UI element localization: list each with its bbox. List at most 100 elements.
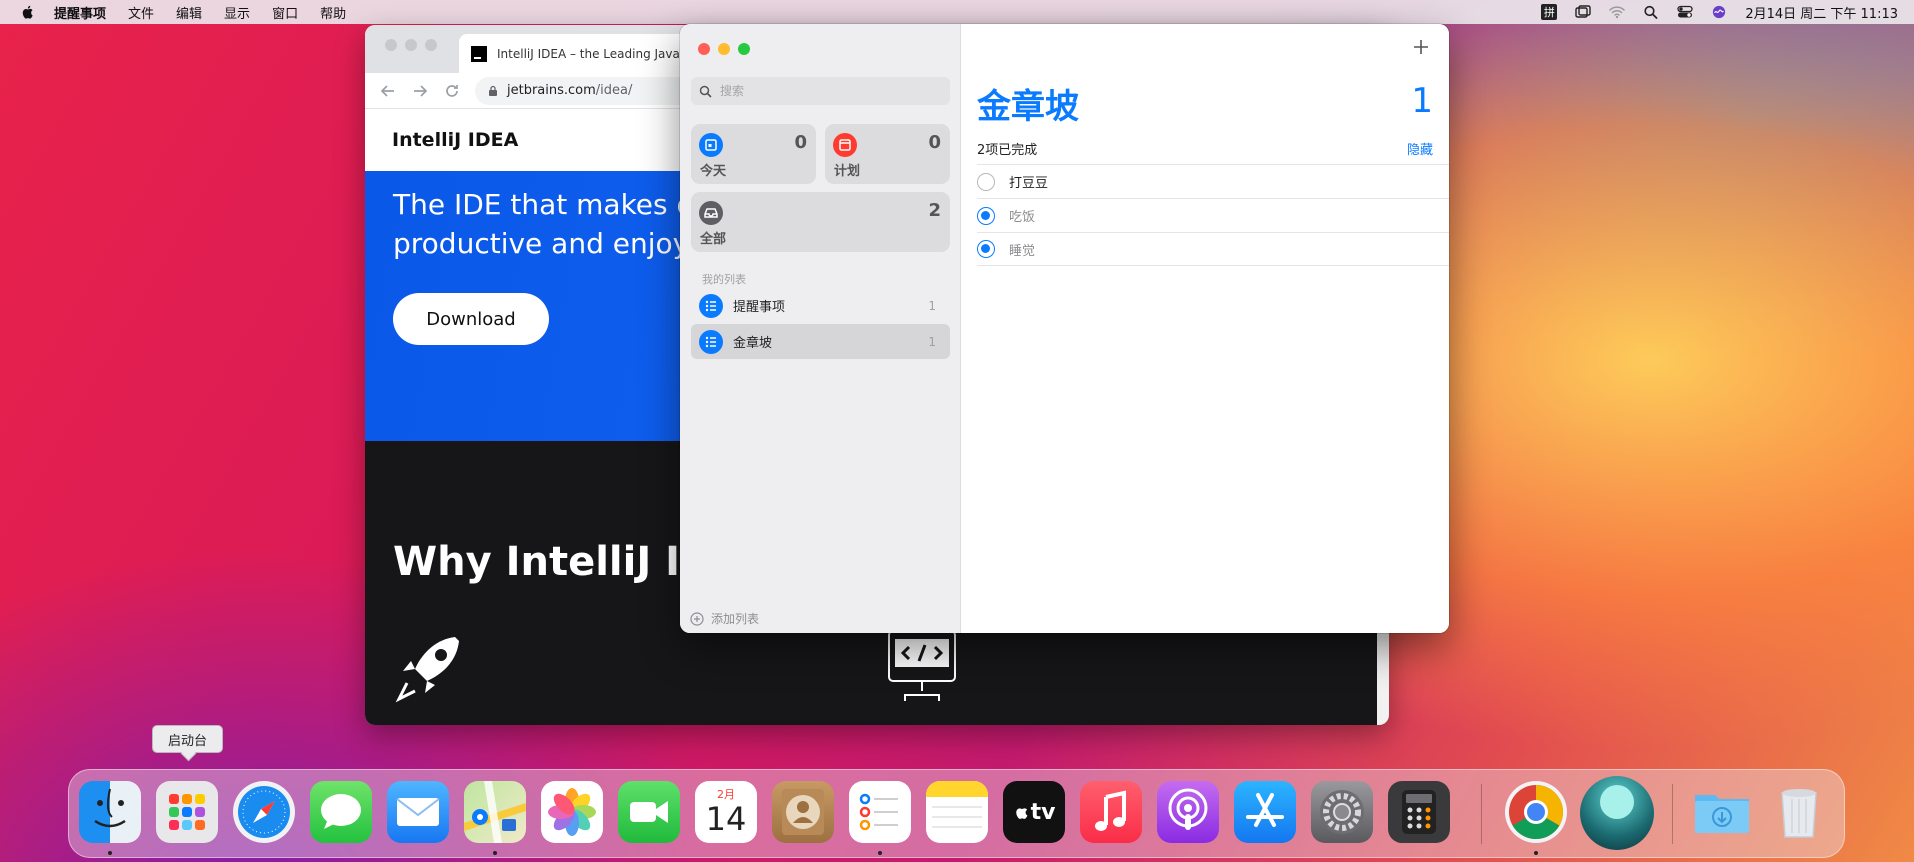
add-list-label: 添加列表 — [711, 612, 760, 626]
running-indicator — [493, 851, 497, 855]
reminder-item[interactable]: 睡觉 — [977, 232, 1449, 266]
running-indicator — [878, 851, 882, 855]
browser-tab[interactable]: IntelliJ IDEA – the Leading Java — [459, 34, 699, 73]
menu-edit[interactable]: 编辑 — [176, 3, 202, 22]
chrome-icon[interactable] — [1505, 781, 1567, 843]
facetime-icon[interactable] — [618, 781, 680, 843]
completed-count-text: 2项已完成 — [977, 143, 1038, 158]
window-icon[interactable] — [1575, 5, 1592, 19]
browser-close-button[interactable] — [385, 39, 397, 51]
music-icon[interactable] — [1080, 781, 1142, 843]
menu-window[interactable]: 窗口 — [272, 3, 298, 22]
url-host: jetbrains.com — [507, 83, 596, 98]
add-list-button[interactable]: 添加列表 — [690, 610, 759, 627]
running-indicator — [1534, 851, 1538, 855]
app-icon[interactable] — [1580, 776, 1654, 850]
wifi-icon[interactable] — [1609, 5, 1626, 19]
list-bullet-icon — [699, 293, 723, 318]
messages-icon[interactable] — [310, 781, 372, 843]
add-reminder-plus-icon[interactable] — [1411, 37, 1431, 57]
close-button[interactable] — [698, 43, 710, 55]
smart-list-all[interactable]: 2 全部 — [691, 192, 950, 252]
reminders-detail: 金章坡 1 2项已完成 隐藏 打豆豆 吃饭 睡觉 — [961, 24, 1449, 633]
search-icon — [699, 85, 712, 98]
hide-completed-button[interactable]: 隐藏 — [1407, 139, 1433, 158]
completion-checkbox[interactable] — [977, 240, 995, 258]
downloads-folder-icon[interactable] — [1691, 781, 1753, 843]
smart-list-today[interactable]: 0 今天 — [691, 124, 816, 184]
completed-summary: 2项已完成 隐藏 — [977, 139, 1433, 158]
calendar-today-icon — [699, 133, 723, 157]
site-logo-text[interactable]: IntelliJ IDEA — [392, 129, 518, 151]
search-input[interactable] — [720, 84, 940, 98]
safari-icon[interactable] — [233, 781, 295, 843]
browser-zoom-button[interactable] — [425, 39, 437, 51]
contacts-icon[interactable] — [772, 781, 834, 843]
zoom-button[interactable] — [738, 43, 750, 55]
list-count: 1 — [928, 298, 936, 313]
app-store-icon[interactable] — [1234, 781, 1296, 843]
dock: 2月 14 tv — [68, 769, 1845, 858]
menu-extras: 拼 2月14日 周二 下午 11:13 — [1541, 0, 1898, 24]
photos-icon[interactable] — [541, 781, 603, 843]
scheduled-label: 计划 — [834, 164, 861, 179]
finder-icon[interactable] — [79, 781, 141, 843]
plus-circle-icon — [690, 611, 704, 626]
reminder-title[interactable]: 吃饭 — [1009, 206, 1035, 225]
trash-icon[interactable] — [1768, 781, 1830, 843]
sidebar-list-reminders[interactable]: 提醒事项 1 — [691, 288, 950, 323]
reload-icon[interactable] — [443, 82, 461, 100]
menu-view[interactable]: 显示 — [224, 3, 250, 22]
completion-checkbox[interactable] — [977, 206, 995, 225]
system-preferences-icon[interactable] — [1311, 781, 1373, 843]
browser-minimize-button[interactable] — [405, 39, 417, 51]
url-path: /idea/ — [595, 83, 633, 98]
spotlight-search-icon[interactable] — [1643, 5, 1659, 19]
calendar-icon[interactable]: 2月 14 — [695, 781, 757, 843]
calculator-icon[interactable] — [1388, 781, 1450, 843]
minimize-button[interactable] — [718, 43, 730, 55]
browser-traffic-lights — [385, 39, 437, 51]
back-arrow-icon[interactable] — [379, 82, 397, 100]
control-center-icon[interactable] — [1677, 5, 1693, 19]
my-lists-heading: 我的列表 — [702, 273, 746, 286]
maps-icon[interactable] — [464, 781, 526, 843]
menu-help[interactable]: 帮助 — [320, 3, 346, 22]
menu-app-name[interactable]: 提醒事项 — [54, 3, 106, 22]
input-method-icon[interactable]: 拼 — [1541, 4, 1558, 20]
dock-separator — [1481, 784, 1482, 844]
reminders-window: 0 今天 0 计划 2 全部 我的列表 提醒事项 1 — [680, 24, 1449, 633]
podcasts-icon[interactable] — [1157, 781, 1219, 843]
apple-logo-icon[interactable] — [20, 4, 36, 20]
list-name: 提醒事项 — [733, 300, 786, 315]
code-monitor-icon — [888, 630, 956, 701]
mail-icon[interactable] — [387, 781, 449, 843]
browser-tab-title: IntelliJ IDEA – the Leading Java — [497, 46, 680, 61]
search-field[interactable] — [691, 77, 950, 105]
reminder-title[interactable]: 打豆豆 — [1009, 172, 1048, 191]
apple-tv-icon[interactable]: tv — [1003, 781, 1065, 843]
all-count: 2 — [928, 200, 941, 221]
jetbrains-favicon-icon — [471, 45, 487, 62]
reminders-app-icon[interactable] — [849, 781, 911, 843]
calendar-scheduled-icon — [833, 133, 857, 157]
reminder-title[interactable]: 睡觉 — [1009, 240, 1035, 259]
notes-icon[interactable] — [926, 781, 988, 843]
dock-separator — [1672, 784, 1673, 844]
apple-tv-label: tv — [1030, 799, 1056, 825]
list-bullet-icon — [699, 329, 723, 354]
menu-file[interactable]: 文件 — [128, 3, 154, 22]
completion-checkbox[interactable] — [977, 172, 995, 191]
reminder-item[interactable]: 打豆豆 — [977, 164, 1449, 198]
menubar-clock[interactable]: 2月14日 周二 下午 11:13 — [1745, 3, 1898, 22]
today-label: 今天 — [700, 164, 727, 179]
reminder-item[interactable]: 吃饭 — [977, 198, 1449, 232]
dock-tooltip: 启动台 — [152, 725, 223, 753]
launchpad-icon[interactable] — [156, 781, 218, 843]
smart-list-scheduled[interactable]: 0 计划 — [825, 124, 950, 184]
siri-icon[interactable] — [1711, 5, 1727, 19]
forward-arrow-icon[interactable] — [411, 82, 429, 100]
download-button[interactable]: Download — [393, 293, 549, 345]
running-indicator — [108, 851, 112, 855]
sidebar-list-jinzhangpo[interactable]: 金章坡 1 — [691, 324, 950, 359]
